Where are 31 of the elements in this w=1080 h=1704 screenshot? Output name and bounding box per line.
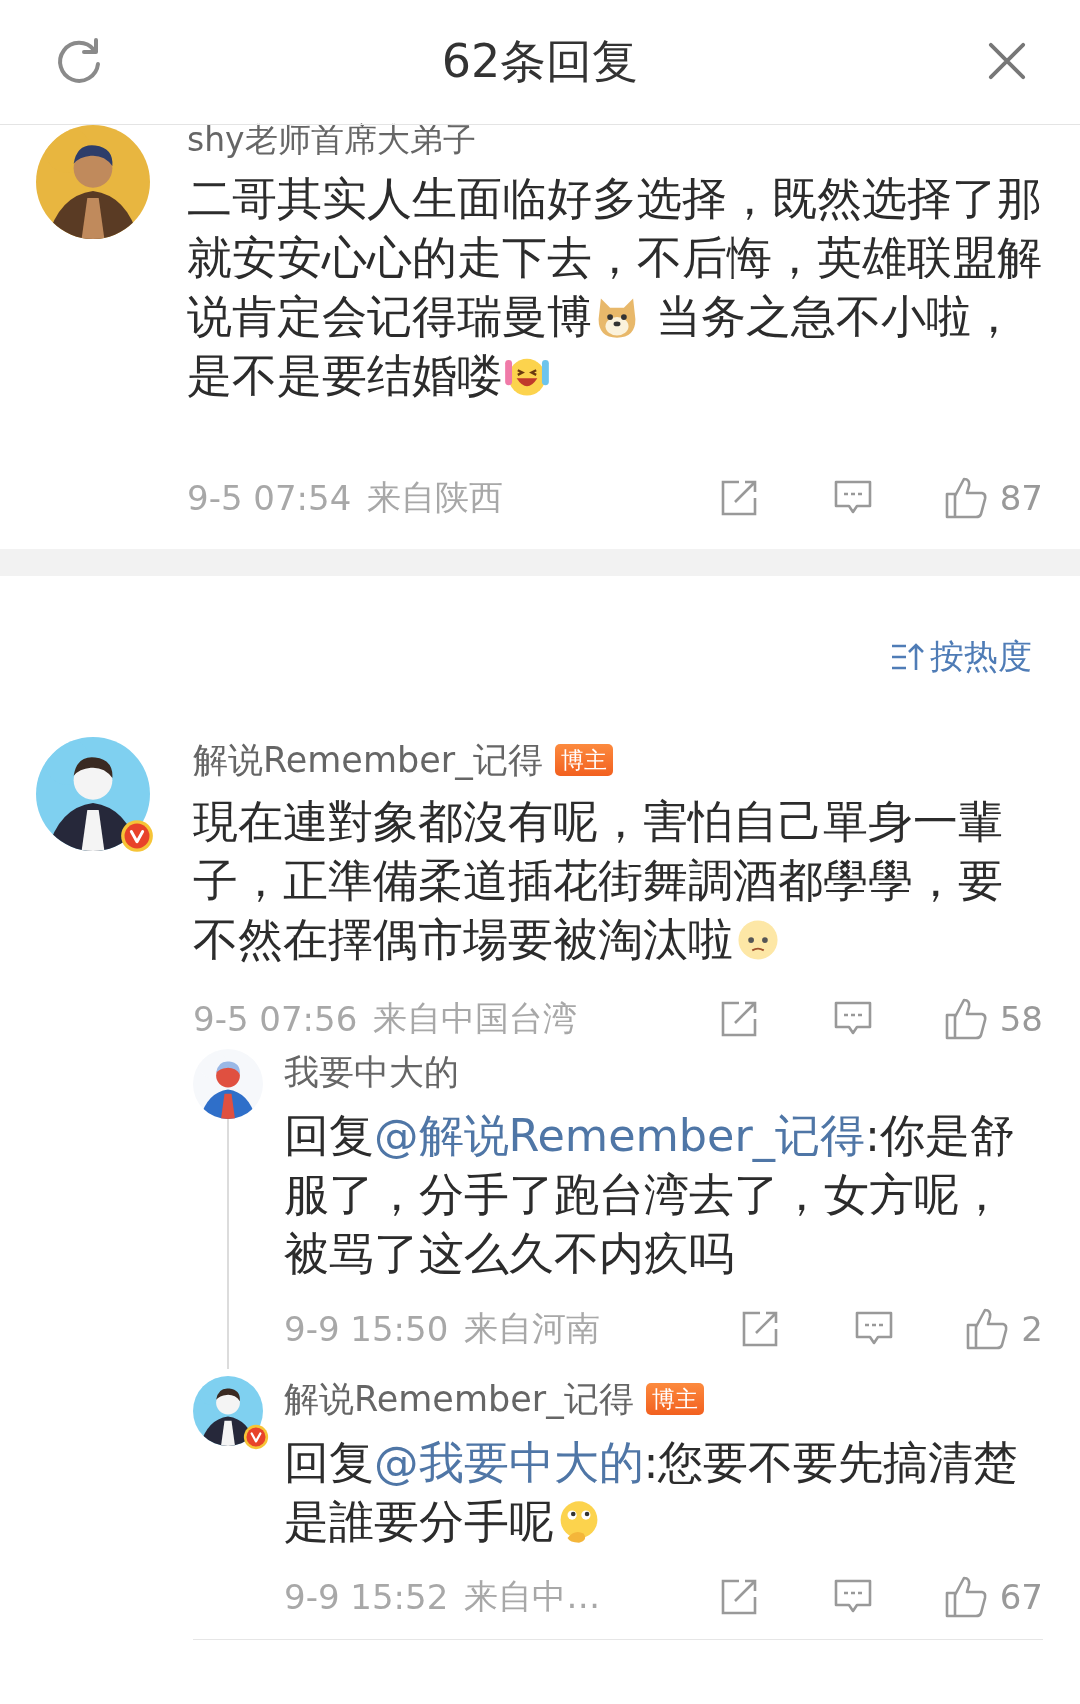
- comment-text: 二哥其实人生面临好多选择，既然选择了那就安安心心的走下去，不后悔，英雄联盟解说肯定会记得瑞曼博 当务之急不小啦，是不是要结婚喽: [187, 172, 1043, 403]
- like-button[interactable]: 58: [943, 997, 1043, 1041]
- close-icon[interactable]: [988, 42, 1026, 80]
- comment-location: 来自中…: [464, 1575, 601, 1618]
- thumbs-up-icon: [943, 476, 988, 520]
- thumbs-up-icon: [943, 1575, 988, 1619]
- sort-button[interactable]: 按热度: [890, 633, 1032, 681]
- comment-time: 9-9 15:52: [284, 1577, 449, 1617]
- comment-location: 来自河南: [464, 1307, 601, 1350]
- like-button[interactable]: 67: [943, 1575, 1043, 1619]
- comment-location: 来自中国台湾: [373, 997, 578, 1040]
- user-name[interactable]: 我要中大的: [284, 1050, 459, 1094]
- comment-text: 回复@我要中大的:您要不要先搞清楚是誰要分手呢: [284, 1436, 1020, 1549]
- comment-time: 9-5 07:56: [193, 999, 358, 1039]
- author-tag: 博主: [554, 744, 613, 776]
- like-button[interactable]: 2: [965, 1307, 1043, 1351]
- comment-text: 現在連對象都沒有呢，害怕自己單身一輩子，正準備柔道插花街舞調酒都學學，要不然在擇偶市場要被淘汰啦: [193, 795, 1004, 967]
- comment-text: 回复@解说Remember_记得:你是舒服了，分手了跑台湾去了，女方呢，被骂了这么久不内疚吗: [284, 1109, 1017, 1281]
- comment-time: 9-5 07:54: [187, 478, 352, 518]
- sort-icon: [890, 642, 924, 672]
- mention-link[interactable]: @我要中大的: [374, 1437, 644, 1488]
- author-tag: 博主: [645, 1383, 704, 1415]
- comment-time: 9-9 15:50: [284, 1309, 449, 1349]
- comment-location: 来自陕西: [367, 476, 504, 519]
- mention-link[interactable]: @解说Remember_记得: [374, 1110, 866, 1161]
- user-name[interactable]: 解说Remember_记得: [284, 1377, 634, 1421]
- thumbs-up-icon: [943, 997, 988, 1041]
- page-title: 62条回复: [441, 33, 639, 90]
- like-button[interactable]: 87: [943, 476, 1043, 520]
- user-name[interactable]: 解说Remember_记得: [193, 738, 543, 782]
- thumbs-up-icon: [965, 1307, 1010, 1351]
